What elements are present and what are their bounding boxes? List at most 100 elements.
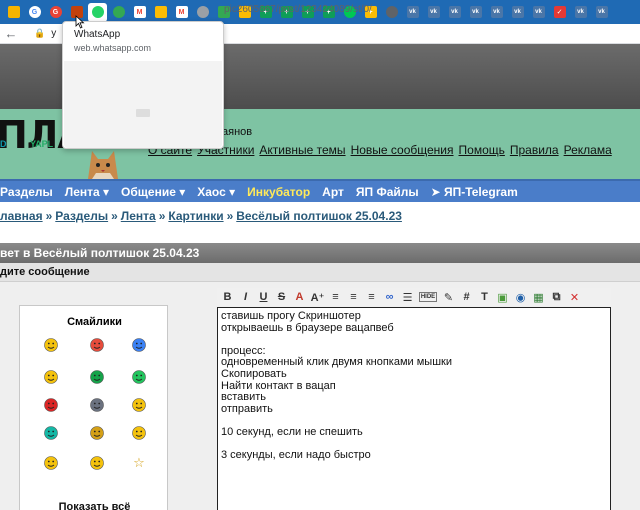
- align-center-button[interactable]: ≡: [347, 290, 360, 304]
- breadcrumb: лавная» Разделы» Лента» Картинки» Весёлый по…: [0, 209, 402, 223]
- browser-tab[interactable]: [382, 3, 401, 22]
- align-right-button[interactable]: ≡: [365, 290, 378, 304]
- message-textarea[interactable]: ставишь прогу Скриншотер открываешь в бр…: [217, 307, 611, 510]
- nav-item[interactable]: Общение ▾: [121, 185, 185, 199]
- green-smiley-icon[interactable]: [130, 368, 148, 386]
- browser-tab[interactable]: M: [172, 3, 191, 22]
- clap-smiley-icon[interactable]: [88, 424, 106, 442]
- breadcrumb-link[interactable]: Лента: [121, 209, 156, 223]
- top-link[interactable]: Новые сообщения: [351, 143, 454, 157]
- logo-fragment: D: [0, 139, 7, 149]
- browser-tab[interactable]: [4, 3, 23, 22]
- mouse-cursor-icon: [75, 15, 85, 29]
- vk-icon-9: vk: [595, 6, 608, 18]
- image-button[interactable]: ▣: [496, 290, 509, 304]
- browser-tab[interactable]: [193, 3, 212, 22]
- top-link[interactable]: Правила: [510, 143, 559, 157]
- nav-item[interactable]: Разделы: [0, 185, 53, 199]
- smilies-panel: Смайлики Показать всё ☆: [19, 305, 168, 510]
- browser-tab[interactable]: [109, 3, 128, 22]
- sunglasses-smiley-icon[interactable]: [42, 336, 60, 354]
- nav-item[interactable]: Арт: [322, 185, 344, 199]
- link-button[interactable]: ∞: [383, 290, 396, 304]
- nav-item[interactable]: Инкубатор: [247, 185, 310, 199]
- back-arrow-icon[interactable]: ←: [2, 26, 20, 41]
- reply-subheader: дите сообщение: [0, 263, 640, 282]
- bold-button[interactable]: B: [221, 290, 234, 304]
- align-left-button[interactable]: ≡: [329, 290, 342, 304]
- thumbs-up-smiley-icon[interactable]: [42, 368, 60, 386]
- text-button[interactable]: T: [478, 290, 491, 304]
- browser-tab[interactable]: vk: [466, 3, 485, 22]
- nav-item-label: Арт: [322, 184, 344, 199]
- teal-smiley-icon[interactable]: [42, 424, 60, 442]
- compass-button[interactable]: ◉: [514, 290, 527, 304]
- purple-smiley-icon[interactable]: [88, 396, 106, 414]
- clear-button[interactable]: ✕: [568, 290, 581, 304]
- smilies-title: Смайлики: [67, 316, 122, 328]
- breadcrumb-link[interactable]: лавная: [0, 209, 43, 223]
- browser-tab[interactable]: G: [46, 3, 65, 22]
- breadcrumb-separator: »: [158, 209, 166, 223]
- show-all-smilies-link[interactable]: Показать всё: [20, 501, 169, 510]
- hide-button[interactable]: HIDE: [419, 292, 437, 302]
- nav-item-label: ЯП-Telegram: [444, 184, 518, 199]
- browser-tab[interactable]: vk: [592, 3, 611, 22]
- tab-hover-url: web.whatsapp.com: [74, 43, 152, 53]
- breadcrumb-link[interactable]: Весёлый полтишок 25.04.23: [236, 209, 402, 223]
- browser-tab[interactable]: vk: [529, 3, 548, 22]
- browser-tab[interactable]: vk: [571, 3, 590, 22]
- medal-smiley-icon[interactable]: [42, 454, 60, 472]
- tab-preview-thumbnail: [64, 61, 222, 148]
- lock-icon[interactable]: 🔒: [34, 28, 45, 39]
- font-size-button[interactable]: A⁺: [311, 290, 325, 304]
- drive-icon: [154, 6, 167, 18]
- shooter-smiley-icon[interactable]: [42, 396, 60, 414]
- vk-icon-4: vk: [469, 6, 482, 18]
- gear-icon: [385, 6, 398, 18]
- browser-tab[interactable]: ✓: [550, 3, 569, 22]
- quote-button[interactable]: ⧉: [550, 290, 563, 304]
- italic-button[interactable]: I: [239, 290, 252, 304]
- top-link[interactable]: Помощь: [459, 143, 505, 157]
- browser-tab[interactable]: [88, 2, 107, 22]
- film-button[interactable]: ▦: [532, 290, 545, 304]
- browser-tab[interactable]: M: [130, 3, 149, 22]
- top-link[interactable]: Реклама: [564, 143, 612, 157]
- browser-tab[interactable]: [151, 3, 170, 22]
- cheer-smiley-icon[interactable]: [130, 424, 148, 442]
- underline-button[interactable]: U: [257, 290, 270, 304]
- whatsapp-icon: [91, 6, 104, 18]
- font-color-button[interactable]: A: [293, 290, 306, 304]
- browser-tab[interactable]: vk: [403, 3, 422, 22]
- blue-smiley-icon[interactable]: [130, 336, 148, 354]
- vk-icon-6: vk: [511, 6, 524, 18]
- browser-tab[interactable]: vk: [424, 3, 443, 22]
- nav-item[interactable]: ЯП Файлы: [356, 185, 419, 199]
- reply-title-bar: вет в Весёлый полтишок 25.04.23: [0, 243, 640, 263]
- check-icon: ✓: [553, 6, 566, 18]
- browser-tab[interactable]: vk: [508, 3, 527, 22]
- top-link[interactable]: Активные темы: [259, 143, 345, 157]
- hash-button[interactable]: #: [460, 290, 473, 304]
- nav-item[interactable]: ➤ ЯП-Telegram: [431, 185, 518, 199]
- nav-item[interactable]: Лента ▾: [65, 185, 109, 199]
- star-smiley-icon[interactable]: ☆: [130, 454, 148, 472]
- nav-item[interactable]: Хаос ▾: [197, 185, 235, 199]
- list-button[interactable]: ☰: [401, 290, 414, 304]
- url-text[interactable]: pic2605667/post/123424089/st/0/: [224, 4, 372, 15]
- browser-tab[interactable]: vk: [445, 3, 464, 22]
- browser-tab[interactable]: G: [25, 3, 44, 22]
- breadcrumb-link[interactable]: Разделы: [55, 209, 108, 223]
- browser-tab[interactable]: vk: [487, 3, 506, 22]
- gun-smiley-icon[interactable]: [88, 368, 106, 386]
- strikethrough-button[interactable]: S: [275, 290, 288, 304]
- tab-hover-card: WhatsApp web.whatsapp.com: [62, 21, 224, 149]
- brush-button[interactable]: ✎: [442, 290, 455, 304]
- url-prefix[interactable]: y: [51, 28, 56, 39]
- love-smiley-icon[interactable]: [88, 336, 106, 354]
- laughing-smiley-icon[interactable]: [88, 454, 106, 472]
- vk-icon: vk: [406, 6, 419, 18]
- dancing-smiley-icon[interactable]: [130, 396, 148, 414]
- breadcrumb-link[interactable]: Картинки: [168, 209, 223, 223]
